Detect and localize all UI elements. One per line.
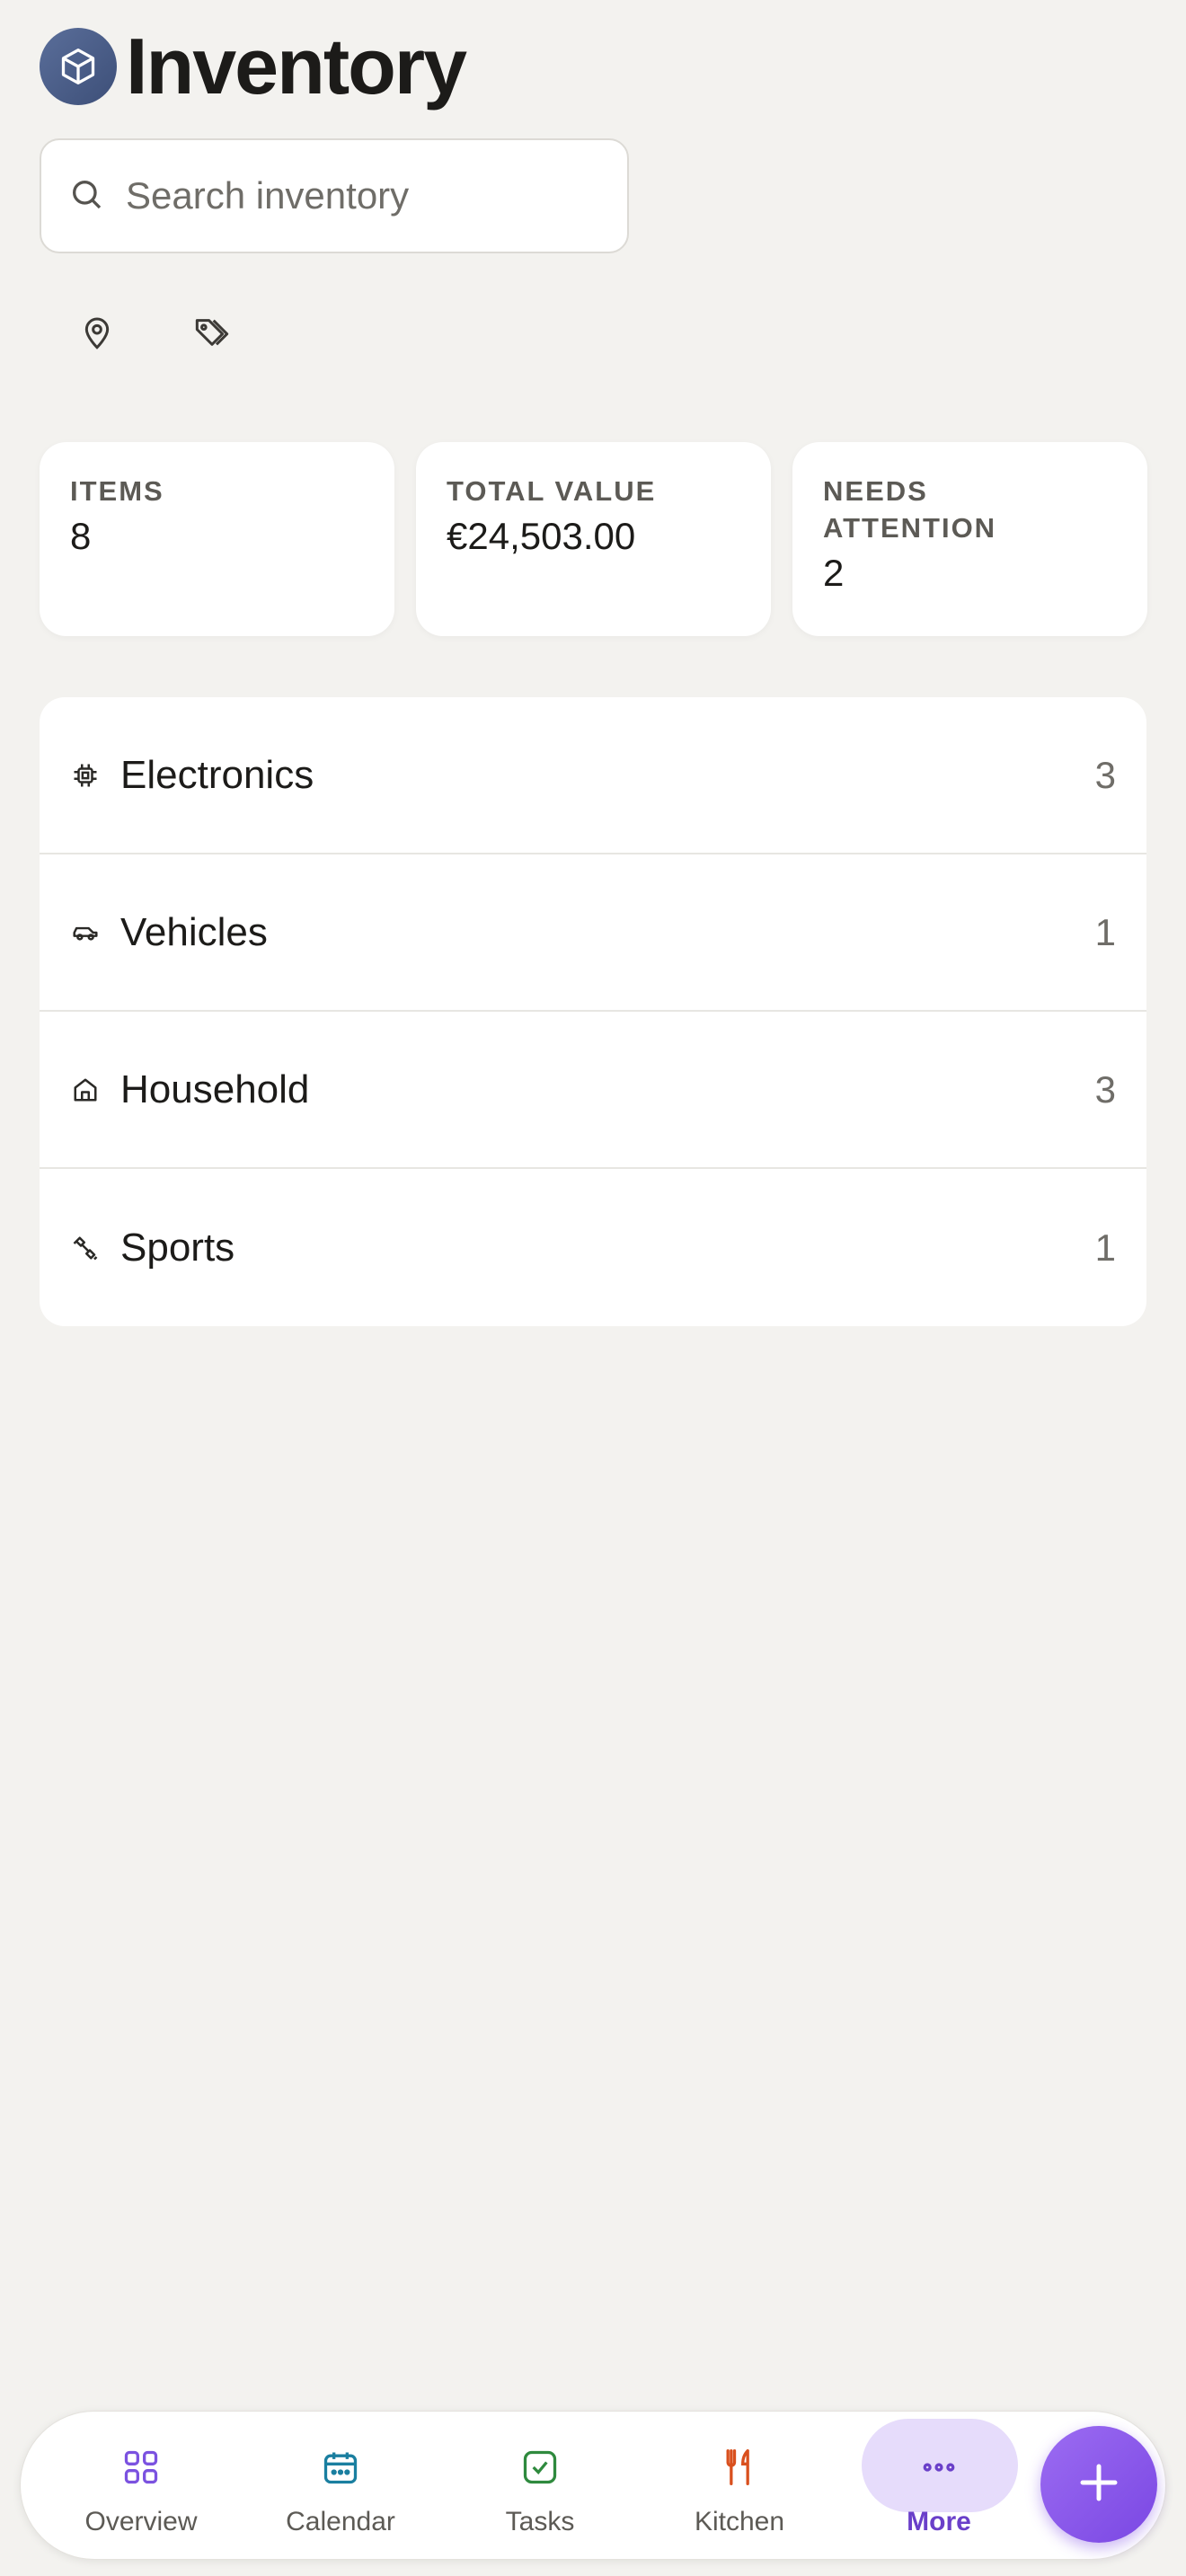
stat-card-needs-attention: NEEDS ATTENTION 2 — [792, 442, 1147, 636]
category-count: 3 — [1094, 1067, 1116, 1111]
stat-label: TOTAL VALUE — [447, 475, 657, 507]
stat-value: €24,503.00 — [447, 515, 636, 557]
nav-tab-label: Tasks — [505, 2507, 575, 2536]
nav-tab-tasks[interactable]: Tasks — [459, 2412, 621, 2561]
chip-icon — [70, 760, 101, 791]
tags-icon — [192, 314, 232, 355]
category-row-vehicles[interactable]: Vehicles 1 — [40, 854, 1146, 1012]
category-count: 3 — [1094, 753, 1116, 796]
utensils-icon — [718, 2446, 761, 2489]
nav-tab-kitchen[interactable]: Kitchen — [659, 2412, 820, 2561]
dumbbell-icon — [70, 1233, 101, 1263]
stats-row: ITEMS 8 TOTAL VALUE €24,503.00 NEEDS ATT… — [40, 442, 1147, 636]
category-count: 1 — [1094, 910, 1116, 953]
bottom-nav: Overview Calendar Tasks Kitchen More — [20, 2411, 1166, 2560]
nav-tab-label: Kitchen — [694, 2507, 785, 2536]
search-icon — [68, 176, 104, 217]
category-count: 1 — [1094, 1226, 1116, 1269]
nav-tab-label: More — [907, 2507, 971, 2536]
cube-icon — [40, 28, 117, 105]
nav-tab-overview[interactable]: Overview — [60, 2412, 222, 2561]
category-label: Household — [120, 1067, 310, 1111]
location-filter-button[interactable] — [68, 305, 126, 363]
nav-tab-label: Calendar — [286, 2507, 395, 2536]
stat-card-total-value: TOTAL VALUE €24,503.00 — [416, 442, 771, 636]
category-row-household[interactable]: Household 3 — [40, 1012, 1146, 1169]
stat-value: 2 — [823, 552, 845, 594]
grid-icon — [119, 2446, 163, 2489]
category-label: Vehicles — [120, 909, 268, 954]
check-square-icon — [518, 2446, 562, 2489]
house-icon — [70, 1075, 101, 1105]
category-list: Electronics 3 Vehicles 1 Household 3 Spo… — [40, 697, 1146, 1326]
search-box[interactable] — [40, 138, 629, 253]
add-item-button[interactable] — [1040, 2426, 1157, 2543]
tag-filter-button[interactable] — [183, 305, 241, 363]
category-row-electronics[interactable]: Electronics 3 — [40, 697, 1146, 854]
stat-label: NEEDS ATTENTION — [823, 475, 997, 544]
stat-label: ITEMS — [70, 475, 164, 507]
search-input[interactable] — [124, 173, 595, 218]
category-label: Sports — [120, 1225, 235, 1270]
category-label: Electronics — [120, 752, 314, 797]
car-icon — [70, 917, 101, 948]
nav-tab-more[interactable]: More — [858, 2412, 1020, 2561]
nav-tab-calendar[interactable]: Calendar — [260, 2412, 421, 2561]
stat-card-items: ITEMS 8 — [40, 442, 394, 636]
category-row-sports[interactable]: Sports 1 — [40, 1169, 1146, 1326]
nav-tab-label: Overview — [84, 2507, 198, 2536]
page-title: Inventory — [126, 22, 467, 111]
page-header: Inventory — [40, 22, 467, 111]
stat-value: 8 — [70, 515, 92, 557]
calendar-icon — [319, 2446, 362, 2489]
filter-bar — [68, 305, 241, 363]
plus-icon — [1075, 2458, 1123, 2511]
more-dots-icon — [917, 2446, 960, 2489]
location-pin-icon — [79, 314, 115, 355]
